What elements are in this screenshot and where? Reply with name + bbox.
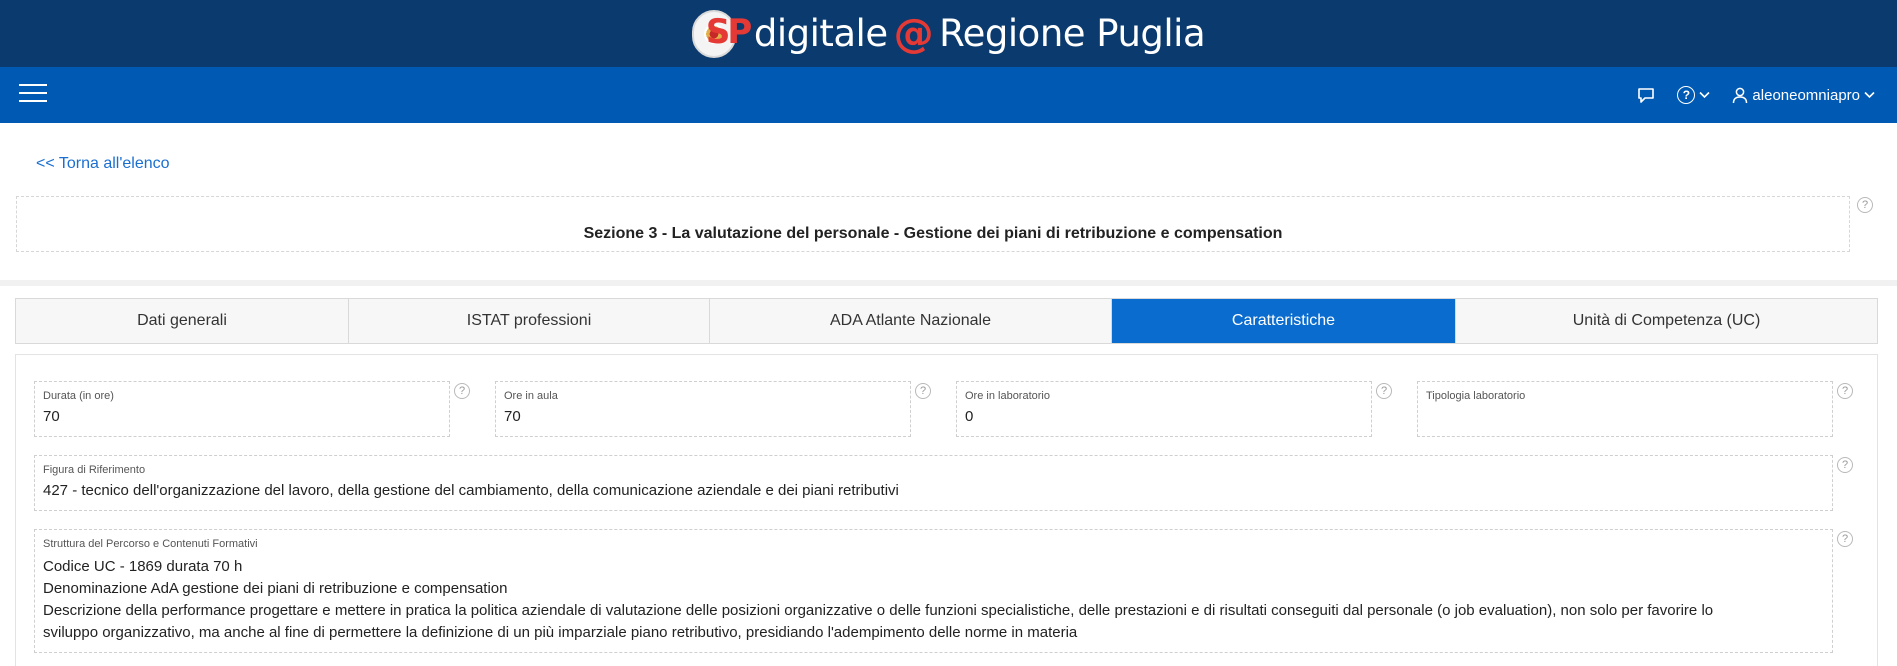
brand-text-digitale: digitale bbox=[753, 12, 888, 55]
brand-header: SP digitale @ Regione Puglia bbox=[0, 0, 1897, 67]
help-menu-button[interactable]: ? bbox=[1677, 86, 1710, 104]
figura-riferimento-label: Figura di Riferimento bbox=[43, 464, 146, 476]
user-menu-button[interactable]: aleoneomniapro bbox=[1732, 87, 1875, 104]
tipologia-laboratorio-label: Tipologia laboratorio bbox=[1426, 390, 1526, 402]
figura-riferimento-value: 427 - tecnico dell'organizzazione del la… bbox=[43, 482, 899, 499]
struttura-line: Descrizione della performance progettare… bbox=[43, 602, 1714, 619]
help-icon[interactable]: ? bbox=[1837, 457, 1853, 473]
ore-aula-field[interactable]: Ore in aula 70 bbox=[495, 381, 911, 437]
brand-title: digitale @ Regione Puglia bbox=[753, 10, 1206, 57]
ore-aula-value: 70 bbox=[504, 408, 521, 425]
durata-field[interactable]: Durata (in ore) 70 bbox=[34, 381, 450, 437]
struttura-line: sviluppo organizzativo, ma anche al fine… bbox=[43, 624, 1078, 641]
tab-caratteristiche[interactable]: Caratteristiche bbox=[1112, 299, 1456, 343]
section-title-box: Sezione 3 - La valutazione del personale… bbox=[16, 196, 1850, 252]
brand-text-regione: Regione Puglia bbox=[939, 12, 1206, 55]
tab-istat-professioni[interactable]: ISTAT professioni bbox=[349, 299, 710, 343]
hamburger-menu-icon[interactable] bbox=[19, 84, 47, 106]
durata-label: Durata (in ore) bbox=[43, 390, 114, 402]
chat-bubble-icon bbox=[1638, 87, 1655, 103]
chevron-down-icon bbox=[1864, 91, 1875, 99]
ore-laboratorio-field[interactable]: Ore in laboratorio 0 bbox=[956, 381, 1372, 437]
caratteristiche-form: Durata (in ore) 70 ? Ore in aula 70 ? Or… bbox=[15, 354, 1878, 666]
ore-laboratorio-label: Ore in laboratorio bbox=[965, 390, 1050, 402]
tab-bar: Dati generali ISTAT professioni ADA Atla… bbox=[15, 298, 1878, 344]
struttura-line: Codice UC - 1869 durata 70 h bbox=[43, 558, 243, 575]
question-circle-icon: ? bbox=[1677, 86, 1696, 104]
username-label: aleoneomniapro bbox=[1752, 86, 1860, 104]
regione-puglia-logo: SP bbox=[691, 8, 752, 60]
tipologia-laboratorio-field[interactable]: Tipologia laboratorio bbox=[1417, 381, 1833, 437]
tab-unita-di-competenza[interactable]: Unità di Competenza (UC) bbox=[1456, 299, 1877, 343]
help-icon[interactable]: ? bbox=[1837, 383, 1853, 399]
navbar-actions: ? aleoneomniapro bbox=[1637, 67, 1875, 123]
help-icon[interactable]: ? bbox=[1857, 197, 1873, 213]
section-divider bbox=[0, 280, 1897, 286]
struttura-percorso-field[interactable]: Struttura del Percorso e Contenuti Forma… bbox=[34, 529, 1833, 653]
tab-ada-atlante-nazionale[interactable]: ADA Atlante Nazionale bbox=[710, 299, 1112, 343]
chat-button[interactable] bbox=[1637, 87, 1655, 104]
figura-riferimento-field[interactable]: Figura di Riferimento 427 - tecnico dell… bbox=[34, 455, 1833, 511]
help-icon[interactable]: ? bbox=[454, 383, 470, 399]
struttura-percorso-label: Struttura del Percorso e Contenuti Forma… bbox=[43, 538, 258, 550]
sp-logo-text: SP bbox=[705, 11, 752, 52]
ore-aula-label: Ore in aula bbox=[504, 390, 558, 402]
help-icon[interactable]: ? bbox=[915, 383, 931, 399]
user-icon bbox=[1733, 87, 1748, 103]
back-to-list-link[interactable]: << Torna all'elenco bbox=[36, 155, 170, 173]
top-navbar: ? aleoneomniapro bbox=[0, 67, 1897, 123]
section-title: Sezione 3 - La valutazione del personale… bbox=[583, 225, 1283, 242]
help-icon[interactable]: ? bbox=[1376, 383, 1392, 399]
brand-at-sign: @ bbox=[893, 10, 934, 57]
durata-value: 70 bbox=[43, 408, 60, 425]
brand-logo-group: SP digitale @ Regione Puglia bbox=[691, 8, 1206, 60]
struttura-percorso-content: Codice UC - 1869 durata 70 h Denominazio… bbox=[43, 556, 1812, 644]
help-icon[interactable]: ? bbox=[1837, 531, 1853, 547]
ore-laboratorio-value: 0 bbox=[965, 408, 974, 425]
tab-dati-generali[interactable]: Dati generali bbox=[16, 299, 349, 343]
struttura-line: Denominazione AdA gestione dei piani di … bbox=[43, 580, 508, 597]
chevron-down-icon bbox=[1699, 91, 1710, 99]
